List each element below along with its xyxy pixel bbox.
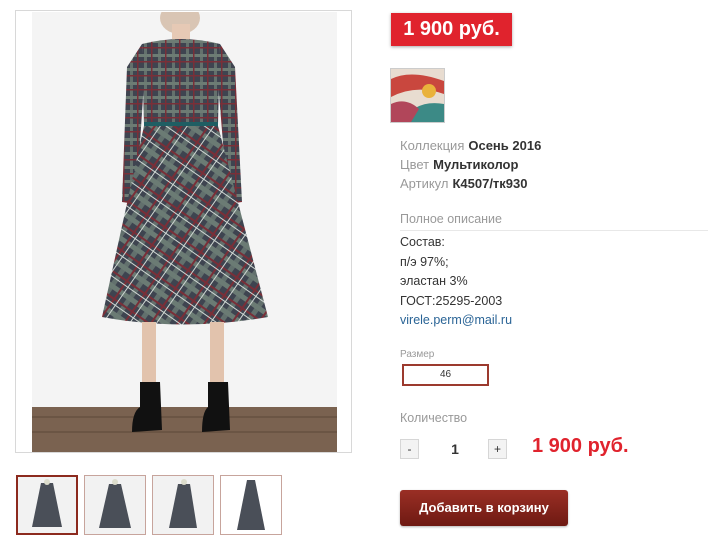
property-value: Осень 2016: [468, 138, 542, 153]
description-line: Состав:: [400, 235, 445, 249]
total-price: 1 900 руб.: [532, 435, 629, 457]
email-link[interactable]: virele.perm@mail.ru: [400, 313, 512, 327]
description-body: Состав: п/э 97%; эластан 3% ГОСТ:25295-2…: [400, 233, 512, 331]
property-value: Мультиколор: [433, 157, 519, 172]
property-collection: Коллекция Осень 2016: [400, 136, 541, 155]
thumbnail-4[interactable]: [220, 475, 282, 535]
property-label: Коллекция: [400, 138, 465, 153]
quantity-decrease-button[interactable]: -: [400, 439, 419, 459]
product-properties: Коллекция Осень 2016 Цвет Мультиколор Арти…: [400, 136, 541, 193]
property-label: Артикул: [400, 176, 449, 191]
property-article: Артикул К4507/тк930: [400, 174, 541, 193]
property-value: К4507/тк930: [452, 176, 528, 191]
product-photo: [32, 12, 337, 452]
main-product-image[interactable]: [15, 10, 352, 453]
quantity-increase-button[interactable]: +: [488, 439, 507, 459]
quantity-label: Количество: [400, 411, 468, 425]
thumbnail-2[interactable]: [84, 475, 146, 535]
price-badge: 1 900 руб.: [391, 13, 512, 46]
size-option-46[interactable]: 46: [402, 364, 489, 386]
add-to-cart-button[interactable]: Добавить в корзину: [400, 490, 568, 526]
thumbnail-1[interactable]: [16, 475, 78, 535]
size-label: Размер: [400, 349, 435, 360]
quantity-value[interactable]: 1: [430, 439, 480, 459]
thumbnail-3[interactable]: [152, 475, 214, 535]
color-swatch[interactable]: [390, 68, 445, 123]
description-line: ГОСТ:25295-2003: [400, 293, 503, 308]
property-label: Цвет: [400, 157, 430, 172]
description-line: эластан 3%: [400, 274, 468, 288]
description-heading: Полное описание: [400, 212, 708, 231]
description-line: п/э 97%;: [400, 254, 449, 269]
property-color: Цвет Мультиколор: [400, 155, 541, 174]
